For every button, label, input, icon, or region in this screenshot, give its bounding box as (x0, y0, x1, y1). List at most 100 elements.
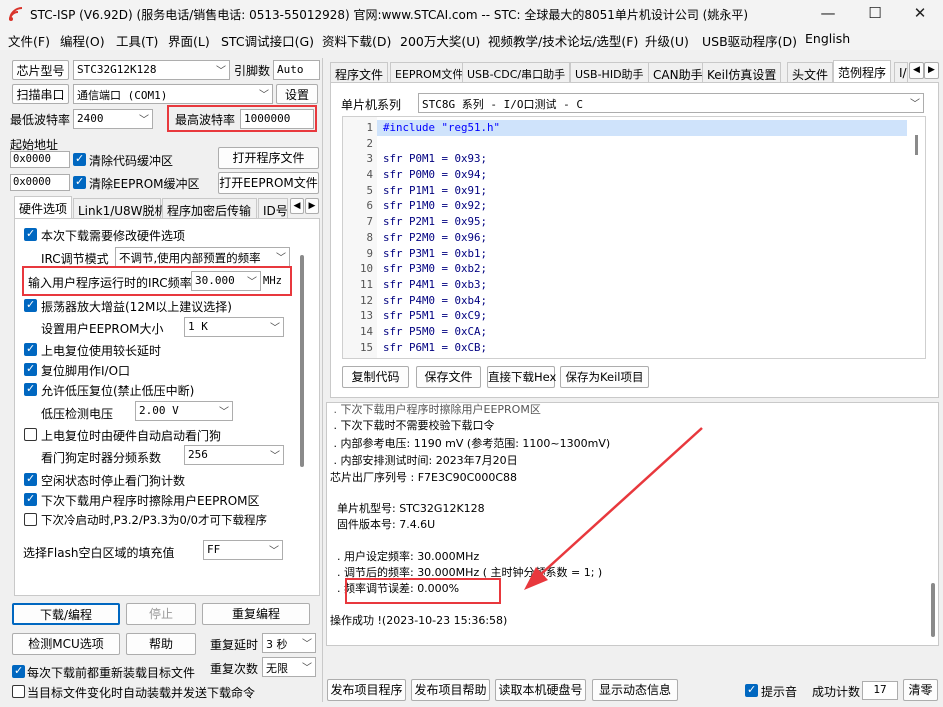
show-dynamic-button[interactable]: 显示动态信息 (592, 679, 678, 701)
download-program-button[interactable]: 下载/编程 (12, 603, 120, 625)
tab-scroll-right[interactable]: ▶ (305, 198, 319, 214)
tab-program-file[interactable]: 程序文件 (330, 62, 389, 82)
success-count-value: 17 (862, 681, 898, 700)
tab-can[interactable]: CAN助手 (648, 62, 708, 82)
long-delay-checkbox[interactable] (24, 342, 37, 356)
tab-scroll-right[interactable]: ▶ (924, 62, 939, 79)
clear-code-label: 清除代码缓冲区 (89, 154, 174, 168)
help-button[interactable]: 帮助 (126, 633, 196, 655)
max-baud-value: 1000000 (244, 112, 291, 125)
chevron-down-icon: ﹀ (269, 546, 279, 557)
repeat-delay-select[interactable]: 3 秒 ﹀ (262, 633, 316, 653)
log-scrollbar[interactable] (931, 583, 935, 637)
wdt-div-value: 256 (188, 448, 208, 461)
hardware-options-panel: 本次下载需要修改硬件选项 IRC调节模式 不调节,使用内部预置的频率 ﹀ 输入用户… (14, 218, 320, 596)
code-editor[interactable]: 1 #include "reg51.h" 2 3 sfr P0M1 = 0x93; 4 sf… (342, 116, 926, 359)
tab-header[interactable]: 头文件 (787, 62, 834, 82)
detect-mcu-button[interactable]: 检测MCU选项 (12, 633, 120, 655)
eeprom-size-select[interactable]: 1 K ﹀ (184, 317, 284, 337)
chip-type-button[interactable]: 芯片型号 (12, 60, 69, 80)
code-text: sfr P2M0 = 0x96; (383, 230, 488, 244)
clear-code-checkbox[interactable] (73, 152, 86, 166)
settings-button[interactable]: 设置 (276, 84, 318, 104)
lvd-select[interactable]: 2.00 V ﹀ (135, 401, 233, 421)
irc-mode-select[interactable]: 不调节,使用内部预置的频率 ﹀ (115, 247, 290, 267)
menu-tools[interactable]: 工具(T) (116, 31, 158, 50)
auto-send-checkbox[interactable] (12, 685, 25, 698)
min-baud-select[interactable]: 2400 ﹀ (73, 109, 153, 129)
open-program-button[interactable]: 打开程序文件 (218, 147, 319, 169)
tab-scroll-left[interactable]: ◀ (290, 198, 304, 214)
max-baud-select[interactable]: 1000000 (240, 109, 314, 129)
save-file-button[interactable]: 保存文件 (416, 366, 481, 388)
eeprom-address-input[interactable]: 0x0000 (10, 174, 70, 191)
beep-checkbox[interactable] (745, 683, 758, 697)
chip-model-select[interactable]: STC32G12K128 ﹀ (73, 60, 230, 80)
port-select[interactable]: 通信端口 (COM1) ﹀ (73, 84, 273, 104)
menu-video[interactable]: 视频教学/技术论坛/选型(F) (488, 31, 638, 50)
lvd-label: 低压检测电压 (41, 407, 114, 421)
scan-port-button[interactable]: 扫描串口 (12, 84, 69, 104)
irc-freq-select[interactable]: 30.000 ﹀ (191, 271, 261, 291)
menu-debug[interactable]: STC调试接口(G) (221, 31, 314, 50)
tab-hardware[interactable]: 硬件选项 (14, 196, 72, 218)
p32-checkbox[interactable] (24, 513, 37, 526)
tab-id[interactable]: ID号 (258, 198, 288, 218)
idle-wdt-checkbox[interactable] (24, 472, 37, 486)
menu-program[interactable]: 编程(O) (60, 31, 105, 50)
clear-eeprom-checkbox[interactable] (73, 175, 86, 189)
lvr-checkbox[interactable] (24, 382, 37, 396)
series-select[interactable]: STC8G 系列 - I/O口测试 - C ﹀ (418, 93, 924, 113)
line-number: 2 (366, 136, 373, 150)
direct-download-button[interactable]: 直接下载Hex (487, 366, 556, 388)
flash-fill-select[interactable]: FF ﹀ (203, 540, 283, 560)
wdt-auto-checkbox[interactable] (24, 428, 37, 441)
menu-award[interactable]: 200万大奖(U) (400, 31, 480, 50)
menu-usb-driver[interactable]: USB驱动程序(D) (702, 31, 797, 50)
reset-io-checkbox[interactable] (24, 362, 37, 376)
stop-button[interactable]: 停止 (126, 603, 196, 625)
wdt-div-select[interactable]: 256 ﹀ (184, 445, 284, 465)
tab-usb-hid[interactable]: USB-HID助手 (570, 62, 649, 82)
tab-io[interactable]: I/ (894, 62, 908, 82)
reprogram-button[interactable]: 重复编程 (202, 603, 310, 625)
osc-gain-checkbox[interactable] (24, 298, 37, 312)
minimize-button[interactable]: — (805, 0, 851, 28)
menu-english[interactable]: English (805, 31, 850, 46)
open-eeprom-button[interactable]: 打开EEPROM文件 (218, 172, 319, 194)
code-line: 1 #include "reg51.h" (343, 120, 903, 136)
publish-project-button[interactable]: 发布项目程序 (327, 679, 406, 701)
code-address-input[interactable]: 0x0000 (10, 151, 70, 168)
app-icon (9, 7, 23, 21)
eeprom-size-value: 1 K (188, 320, 208, 333)
maximize-button[interactable]: ☐ (852, 0, 898, 28)
menu-downloads[interactable]: 资料下载(D) (322, 31, 391, 50)
repeat-count-select[interactable]: 无限 ﹀ (262, 657, 316, 677)
tab-encrypt[interactable]: 程序加密后传输 (162, 198, 257, 218)
tab-usb-cdc[interactable]: USB-CDC/串口助手 (462, 62, 571, 82)
tab-scroll-left[interactable]: ◀ (909, 62, 924, 79)
close-button[interactable]: ✕ (897, 0, 943, 28)
erase-eeprom-checkbox[interactable] (24, 492, 37, 506)
tab-link1[interactable]: Link1/U8W脱机 (73, 198, 167, 218)
reload-checkbox[interactable] (12, 664, 25, 678)
tab-keil[interactable]: Keil仿真设置 (702, 62, 782, 82)
auto-send-label: 当目标文件变化时自动装载并发送下载命令 (27, 686, 256, 700)
save-keil-button[interactable]: 保存为Keil项目 (560, 366, 649, 388)
tab-examples[interactable]: 范例程序 (833, 60, 892, 82)
lvr-label: 允许低压复位(禁止低压中断) (41, 384, 195, 398)
options-scrollbar[interactable] (300, 255, 304, 467)
code-scrollbar[interactable] (915, 135, 918, 155)
pin-count-select[interactable]: Auto (273, 60, 320, 80)
clear-count-button[interactable]: 清零 (903, 679, 938, 701)
menu-upgrade[interactable]: 升级(U) (645, 31, 689, 50)
read-disk-button[interactable]: 读取本机硬盘号 (495, 679, 586, 701)
publish-help-button[interactable]: 发布项目帮助 (411, 679, 490, 701)
menu-interface[interactable]: 界面(L) (168, 31, 210, 50)
copy-code-button[interactable]: 复制代码 (342, 366, 409, 388)
tab-eeprom-file[interactable]: EEPROM文件 (390, 62, 469, 82)
modify-options-checkbox[interactable] (24, 227, 37, 241)
menu-file[interactable]: 文件(F) (8, 31, 50, 50)
flash-fill-value: FF (207, 543, 221, 556)
code-line: 10 sfr P3M0 = 0xb2; (343, 261, 903, 277)
